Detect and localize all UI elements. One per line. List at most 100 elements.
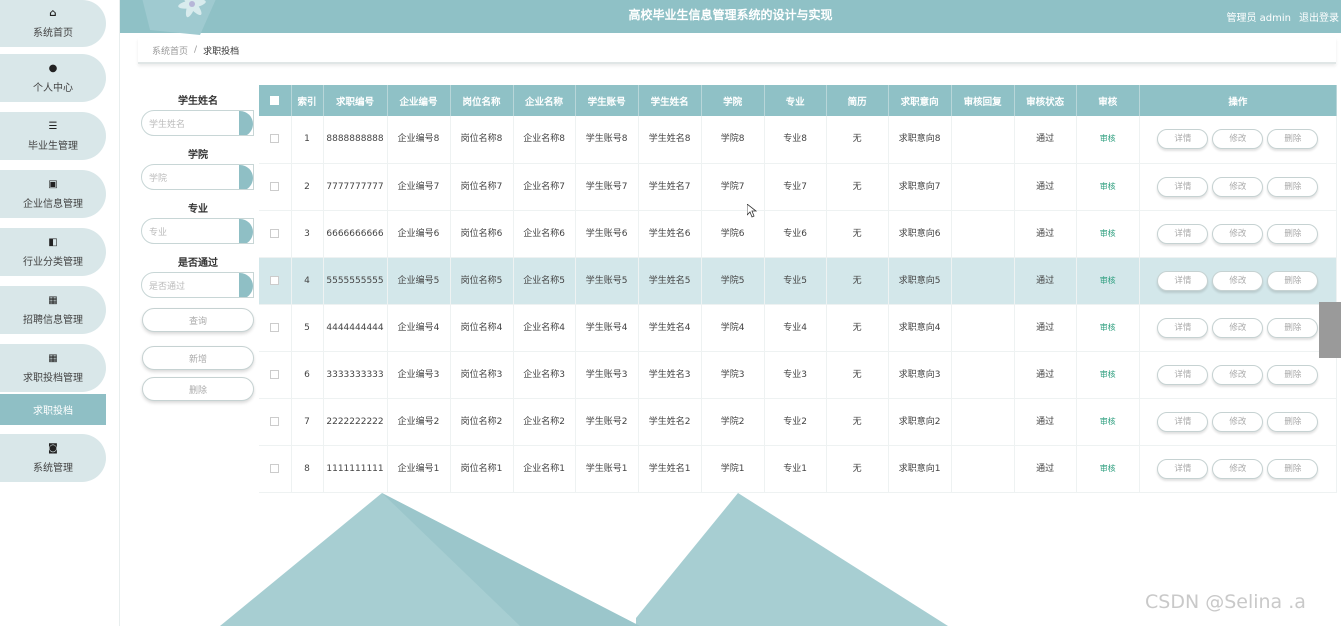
row-checkbox[interactable]: [270, 322, 280, 332]
select-all-checkbox[interactable]: [270, 96, 280, 105]
cell-status: 通过: [1014, 163, 1077, 211]
cell-resume: 无: [826, 163, 889, 211]
sidebar-item-graduates[interactable]: ☰ 毕业生管理: [0, 112, 106, 160]
sidebar-item-label: 企业信息管理: [23, 198, 83, 210]
table-row[interactable]: 2 7777777777 企业编号7 岗位名称7 企业名称7 学生账号7 学生姓名7 学院7 专…: [259, 163, 1338, 211]
edit-button[interactable]: 修改: [1212, 270, 1264, 291]
delete-button[interactable]: 删除: [1267, 223, 1319, 244]
cell-audit: 审核: [1076, 163, 1140, 211]
sidebar-item-recruitment[interactable]: ▦ 招聘信息管理: [0, 286, 106, 334]
cell-major: 专业5: [764, 257, 827, 305]
delete-button[interactable]: 删除: [1267, 411, 1319, 432]
select-all-cell[interactable]: [259, 85, 292, 116]
cell-account: 学生账号7: [575, 163, 639, 211]
row-select-cell[interactable]: [259, 445, 292, 493]
detail-button[interactable]: 详情: [1157, 270, 1209, 291]
cell-major: 专业8: [764, 116, 827, 164]
cell-idx: 2: [291, 163, 324, 211]
edit-button[interactable]: 修改: [1212, 458, 1264, 479]
row-select-cell[interactable]: [259, 398, 292, 446]
row-checkbox[interactable]: [270, 463, 280, 473]
college-input[interactable]: 学院: [141, 164, 254, 190]
row-checkbox[interactable]: [270, 228, 280, 238]
detail-button[interactable]: 详情: [1157, 317, 1209, 338]
sidebar-item-industries[interactable]: ◧ 行业分类管理: [0, 228, 106, 276]
row-checkbox[interactable]: [270, 416, 280, 426]
row-checkbox[interactable]: [270, 275, 280, 285]
row-select-cell[interactable]: [259, 210, 292, 258]
delete-button[interactable]: 删除: [1267, 458, 1319, 479]
passed-select[interactable]: 是否通过: [141, 272, 254, 298]
edit-button[interactable]: 修改: [1212, 364, 1264, 385]
major-input[interactable]: 专业: [141, 218, 254, 244]
table-row[interactable]: 8 1111111111 企业编号1 岗位名称1 企业名称1 学生账号1 学生姓名1 学院1 专…: [259, 445, 1338, 493]
row-checkbox[interactable]: [270, 181, 280, 191]
detail-button[interactable]: 详情: [1157, 364, 1209, 385]
detail-button[interactable]: 详情: [1157, 458, 1209, 479]
column-header: 学生姓名: [638, 85, 702, 116]
row-select-cell[interactable]: [259, 116, 292, 164]
row-checkbox[interactable]: [270, 369, 280, 379]
batch-delete-button[interactable]: 删除: [142, 377, 254, 401]
detail-button[interactable]: 详情: [1157, 129, 1209, 150]
cell-major: 专业1: [764, 445, 827, 493]
table-row[interactable]: 6 3333333333 企业编号3 岗位名称3 企业名称3 学生账号3 学生姓名3 学院3 专…: [259, 351, 1338, 399]
scrollbar-thumb[interactable]: [1319, 302, 1341, 358]
cell-intent: 求职意向7: [888, 163, 952, 211]
table-row[interactable]: 3 6666666666 企业编号6 岗位名称6 企业名称6 学生账号6 学生姓名6 学院6 专…: [259, 210, 1338, 258]
edit-button[interactable]: 修改: [1212, 223, 1264, 244]
chart-icon: ▣: [48, 178, 58, 190]
delete-button[interactable]: 删除: [1267, 317, 1319, 338]
audit-link[interactable]: 审核: [1100, 276, 1116, 285]
cell-intent: 求职意向2: [888, 398, 952, 446]
cell-name: 学生姓名3: [638, 351, 702, 399]
audit-link[interactable]: 审核: [1100, 417, 1116, 426]
delete-button[interactable]: 删除: [1267, 129, 1319, 150]
edit-button[interactable]: 修改: [1212, 176, 1264, 197]
cell-post: 岗位名称3: [450, 351, 514, 399]
add-button[interactable]: 新增: [142, 346, 254, 370]
audit-link[interactable]: 审核: [1100, 134, 1116, 143]
cell-college: 学院3: [701, 351, 765, 399]
sidebar-subitem-applications[interactable]: 求职投档: [0, 394, 106, 425]
audit-link[interactable]: 审核: [1100, 464, 1116, 473]
audit-link[interactable]: 审核: [1100, 370, 1116, 379]
major-placeholder: 专业: [149, 227, 168, 238]
sidebar-item-profile[interactable]: ● 个人中心: [0, 54, 106, 102]
delete-button[interactable]: 删除: [1267, 176, 1319, 197]
sidebar-item-applications[interactable]: ▦ 求职投档管理: [0, 344, 106, 392]
table-row[interactable]: 5 4444444444 企业编号4 岗位名称4 企业名称4 学生账号4 学生姓名4 学院4 专…: [259, 304, 1338, 352]
audit-link[interactable]: 审核: [1100, 182, 1116, 191]
edit-button[interactable]: 修改: [1212, 317, 1264, 338]
delete-button[interactable]: 删除: [1267, 364, 1319, 385]
audit-link[interactable]: 审核: [1100, 323, 1116, 332]
column-header: 简历: [826, 85, 889, 116]
row-select-cell[interactable]: [259, 351, 292, 399]
table-row[interactable]: 1 8888888888 企业编号8 岗位名称8 企业名称8 学生账号8 学生姓名8 学院8 专…: [259, 116, 1338, 164]
detail-button[interactable]: 详情: [1157, 223, 1209, 244]
row-select-cell[interactable]: [259, 163, 292, 211]
edit-button[interactable]: 修改: [1212, 411, 1264, 432]
cell-major: 专业3: [764, 351, 827, 399]
student-name-input[interactable]: 学生姓名: [141, 110, 254, 136]
audit-link[interactable]: 审核: [1100, 229, 1116, 238]
table-row[interactable]: 4 5555555555 企业编号5 岗位名称5 企业名称5 学生账号5 学生姓名5 学院5 专…: [259, 257, 1338, 305]
detail-button[interactable]: 详情: [1157, 176, 1209, 197]
delete-button[interactable]: 删除: [1267, 270, 1319, 291]
detail-button[interactable]: 详情: [1157, 411, 1209, 432]
cell-reply: [951, 398, 1015, 446]
sidebar-item-label: 行业分类管理: [23, 256, 83, 268]
row-select-cell[interactable]: [259, 304, 292, 352]
watermark: CSDN @Selina .a: [1145, 591, 1306, 613]
edit-button[interactable]: 修改: [1212, 129, 1264, 150]
sidebar-item-companies[interactable]: ▣ 企业信息管理: [0, 170, 106, 218]
sidebar-item-system[interactable]: ◙ 系统管理: [0, 434, 106, 482]
query-button[interactable]: 查询: [142, 308, 254, 332]
logout-link[interactable]: 退出登录: [1299, 9, 1339, 24]
table-row[interactable]: 7 2222222222 企业编号2 岗位名称2 企业名称2 学生账号2 学生姓名2 学院2 专…: [259, 398, 1338, 446]
sidebar-item-home[interactable]: ⌂ 系统首页: [0, 0, 106, 47]
breadcrumb-home[interactable]: 系统首页: [152, 44, 188, 57]
sidebar-item-label: 系统管理: [33, 462, 73, 474]
row-select-cell[interactable]: [259, 257, 292, 305]
row-checkbox[interactable]: [270, 134, 280, 144]
